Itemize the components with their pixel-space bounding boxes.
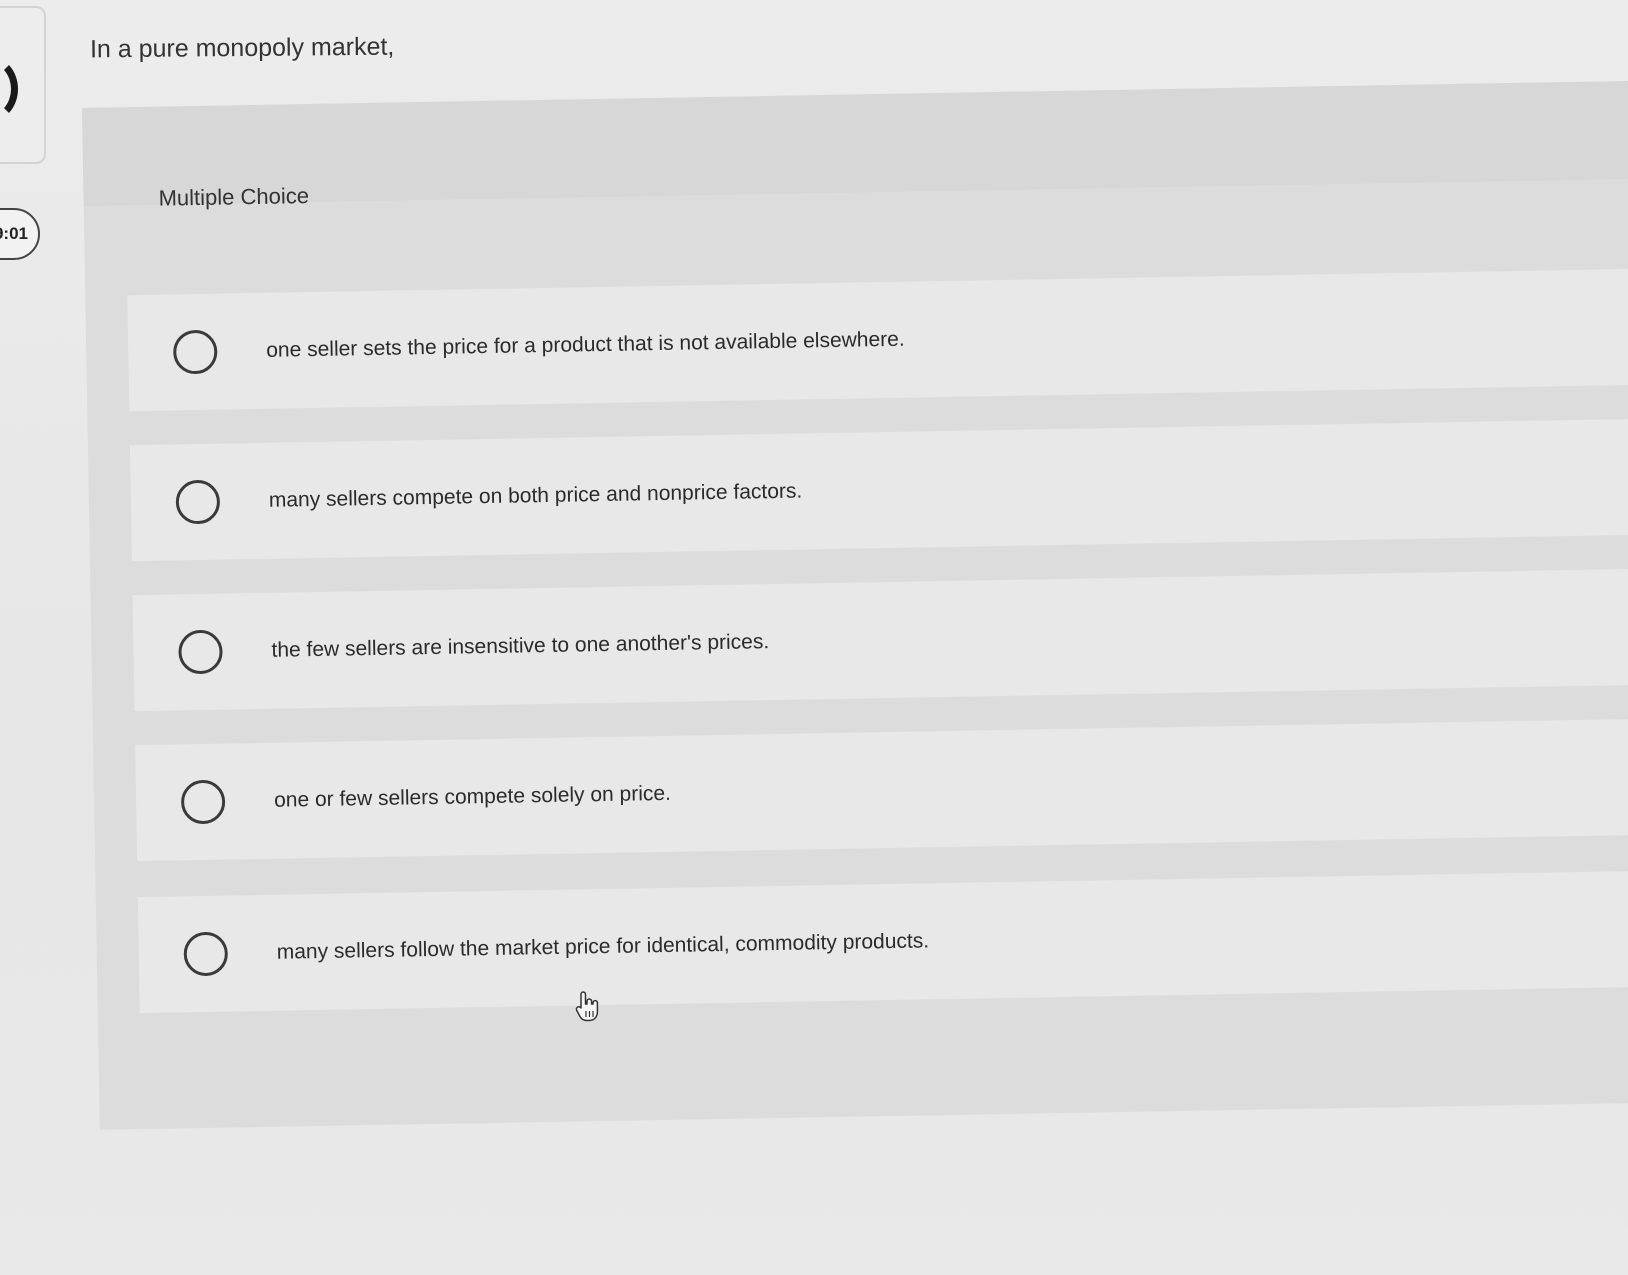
radio-button-icon[interactable] — [180, 779, 226, 825]
radio-button-icon[interactable] — [183, 931, 229, 977]
choice-header — [82, 80, 1628, 206]
multiple-choice-box: Multiple Choice one seller sets the pric… — [82, 80, 1628, 1130]
answer-option-label: one or few sellers compete solely on pri… — [273, 781, 672, 812]
timer-text: 9:01 — [0, 224, 28, 243]
answer-option-2[interactable]: many sellers compete on both price and n… — [129, 418, 1628, 562]
radio-button-icon[interactable] — [178, 629, 223, 675]
multiple-choice-label: Multiple Choice — [158, 183, 310, 211]
answer-option-5[interactable]: many sellers follow the market price for… — [137, 870, 1628, 1014]
radio-button-icon[interactable] — [175, 479, 221, 525]
answer-option-3[interactable]: the few sellers are insensitive to one a… — [132, 568, 1628, 712]
answer-option-label: many sellers compete on both price and n… — [268, 479, 803, 512]
answer-option-1[interactable]: one seller sets the price for a product … — [127, 268, 1628, 412]
answer-option-label: the few sellers are insensitive to one a… — [271, 630, 770, 662]
answer-option-label: many sellers follow the market price for… — [276, 929, 930, 964]
radio-button-icon[interactable] — [172, 329, 218, 375]
question-text: In a pure monopoly market, — [89, 32, 395, 64]
answer-option-4[interactable]: one or few sellers compete solely on pri… — [135, 718, 1628, 862]
timer-badge: 9:01 — [0, 208, 40, 260]
hand-pointer-icon — [575, 991, 599, 1022]
answer-option-label: one seller sets the price for a product … — [266, 327, 905, 362]
